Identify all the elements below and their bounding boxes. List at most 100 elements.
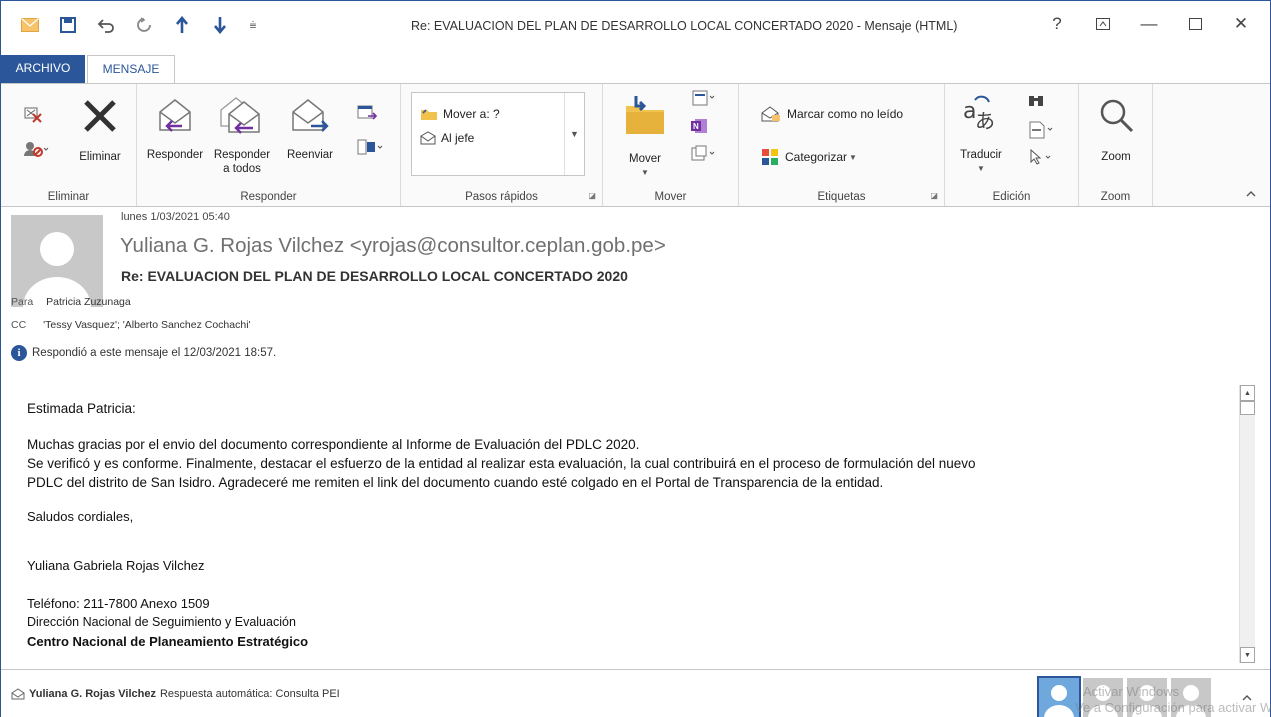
categorize-button[interactable]: Categorizar ▼: [761, 148, 857, 166]
cc-recipients[interactable]: 'Tessy Vasquez'; 'Alberto Sanchez Cochac…: [43, 319, 250, 331]
title-bar: ⩧ Re: EVALUACION DEL PLAN DE DESARROLLO …: [1, 1, 1270, 55]
magnifier-icon: [1100, 99, 1134, 133]
people-pane-text: Respuesta automática: Consulta PEI: [159, 688, 340, 700]
quick-steps-more-button[interactable]: ▼: [564, 93, 584, 175]
mail-icon: [11, 11, 49, 39]
sender-name[interactable]: Yuliana G. Rojas Vilchez <yrojas@consult…: [120, 234, 666, 258]
mark-unread-button[interactable]: Marcar como no leído: [761, 106, 903, 122]
reply-button[interactable]: Responder: [143, 96, 207, 162]
reply-icon: [159, 99, 191, 132]
group-label-pasos-rapidos: Pasos rápidos: [465, 191, 538, 203]
people-pane-item[interactable]: Yuliana G. Rojas Vilchez Respuesta autom…: [11, 688, 340, 700]
group-label-zoom: Zoom: [1100, 191, 1131, 203]
info-bar[interactable]: i Respondió a este mensaje el 12/03/2021…: [11, 345, 276, 361]
collapse-ribbon-icon[interactable]: [1246, 186, 1256, 200]
redo-icon[interactable]: [125, 11, 163, 39]
move-label: Mover: [629, 153, 661, 165]
related-icon: [1029, 121, 1053, 139]
ignore-button[interactable]: [23, 104, 45, 128]
zoom-button[interactable]: Zoom: [1089, 96, 1143, 164]
outlook-message-window: ⩧ Re: EVALUACION DEL PLAN DE DESARROLLO …: [0, 0, 1271, 717]
body-closing: Saludos cordiales,: [27, 509, 134, 524]
group-zoom: Zoom Zoom: [1079, 84, 1153, 206]
scroll-up-button[interactable]: ▲: [1240, 385, 1255, 401]
group-label-eliminar: Eliminar: [47, 191, 90, 203]
group-responder: Responder Responder a todos Reenviar Res…: [137, 84, 401, 206]
vertical-scrollbar[interactable]: ▲ ▼: [1239, 385, 1255, 663]
select-button[interactable]: [1027, 148, 1053, 170]
next-item-icon[interactable]: [201, 11, 239, 39]
move-to-folder-icon: [421, 109, 437, 120]
ignore-icon: [24, 107, 42, 123]
translate-label: Traducir: [960, 149, 1002, 161]
svg-text:あ: あ: [975, 109, 995, 133]
scroll-down-button[interactable]: ▼: [1240, 647, 1255, 663]
translate-icon: aあ: [963, 95, 995, 133]
signature-phone: Teléfono: 211-7800 Anexo 1509: [27, 596, 210, 611]
body-greeting: Estimada Patricia:: [27, 401, 136, 416]
customize-qat-icon[interactable]: ⩧: [239, 11, 267, 39]
forward-icon: [292, 99, 329, 132]
people-pane-sender: Yuliana G. Rojas Vilchez: [29, 688, 156, 700]
sender-avatar[interactable]: [11, 215, 103, 307]
undo-icon[interactable]: [87, 11, 125, 39]
translate-dropdown-icon: ▼: [977, 164, 985, 173]
move-button[interactable]: Mover ▼: [615, 94, 675, 180]
quick-step-al-jefe[interactable]: Al jefe: [420, 131, 474, 145]
binoculars-icon: [1029, 96, 1043, 106]
quick-steps-launcher-icon[interactable]: ◪: [588, 191, 596, 200]
actions-icon: [691, 145, 715, 161]
related-button[interactable]: [1027, 120, 1053, 144]
person-avatar[interactable]: [1037, 676, 1081, 717]
tags-launcher-icon[interactable]: ◪: [930, 191, 938, 200]
junk-icon: [24, 142, 49, 157]
save-icon[interactable]: [49, 11, 87, 39]
minimize-button[interactable]: —: [1126, 9, 1172, 39]
find-button[interactable]: [1027, 92, 1045, 112]
tab-archivo[interactable]: ARCHIVO: [1, 55, 85, 83]
quick-access-toolbar: ⩧: [11, 11, 267, 39]
maximize-button[interactable]: [1172, 9, 1218, 39]
cc-label: CC: [11, 319, 27, 331]
onenote-icon: N: [691, 119, 707, 133]
translate-button[interactable]: aあ Traducir ▼: [953, 94, 1009, 176]
info-icon: i: [11, 345, 27, 361]
meeting-icon: [357, 105, 378, 120]
group-label-etiquetas: Etiquetas: [817, 191, 866, 203]
help-button[interactable]: ?: [1034, 9, 1080, 39]
signature-name: Yuliana Gabriela Rojas Vilchez: [27, 558, 205, 573]
people-pane-expand-icon[interactable]: [1242, 690, 1252, 704]
meeting-reply-button[interactable]: [357, 104, 378, 126]
actions-button[interactable]: [689, 144, 715, 168]
onenote-button[interactable]: N: [689, 116, 709, 140]
message-header: lunes 1/03/2021 05:40 Yuliana G. Rojas V…: [1, 207, 1270, 375]
forward-button[interactable]: Reenviar: [279, 96, 341, 162]
tab-mensaje[interactable]: MENSAJE: [87, 55, 175, 84]
svg-text:N: N: [693, 122, 699, 131]
delete-label: Eliminar: [79, 151, 121, 163]
reply-all-button[interactable]: Responder a todos: [207, 96, 277, 176]
window-title: Re: EVALUACION DEL PLAN DE DESARROLLO LO…: [411, 19, 958, 33]
ribbon-display-options-button[interactable]: [1080, 9, 1126, 39]
group-etiquetas: Marcar como no leído Categorizar ▼ Etiqu…: [739, 84, 945, 206]
group-pasos-rapidos: Mover a: ? Al jefe ▼ Pasos rápidos ◪: [401, 84, 603, 206]
to-recipient[interactable]: Patricia Zuzunaga: [46, 296, 131, 308]
close-button[interactable]: ✕: [1218, 9, 1264, 39]
forward-label: Reenviar: [286, 149, 334, 161]
reply-all-label-1: Responder: [213, 149, 271, 161]
delete-button[interactable]: Eliminar: [73, 96, 127, 164]
previous-item-icon[interactable]: [163, 11, 201, 39]
message-body: Estimada Patricia: Muchas gracias por el…: [1, 375, 1239, 665]
quick-steps-gallery: Mover a: ? Al jefe ▼: [411, 92, 585, 176]
message-date: lunes 1/03/2021 05:40: [121, 211, 230, 223]
reply-all-label-2: a todos: [223, 163, 261, 175]
junk-button[interactable]: [23, 140, 49, 162]
quick-step-move-to[interactable]: Mover a: ?: [420, 107, 500, 121]
rules-button[interactable]: [689, 88, 715, 112]
scroll-thumb[interactable]: [1240, 401, 1255, 415]
group-label-responder: Responder: [240, 191, 297, 203]
reply-mail-icon: [11, 688, 25, 700]
mark-unread-icon: [761, 106, 780, 122]
signature-department: Dirección Nacional de Seguimiento y Eval…: [27, 615, 296, 629]
more-respond-button[interactable]: [357, 138, 383, 160]
